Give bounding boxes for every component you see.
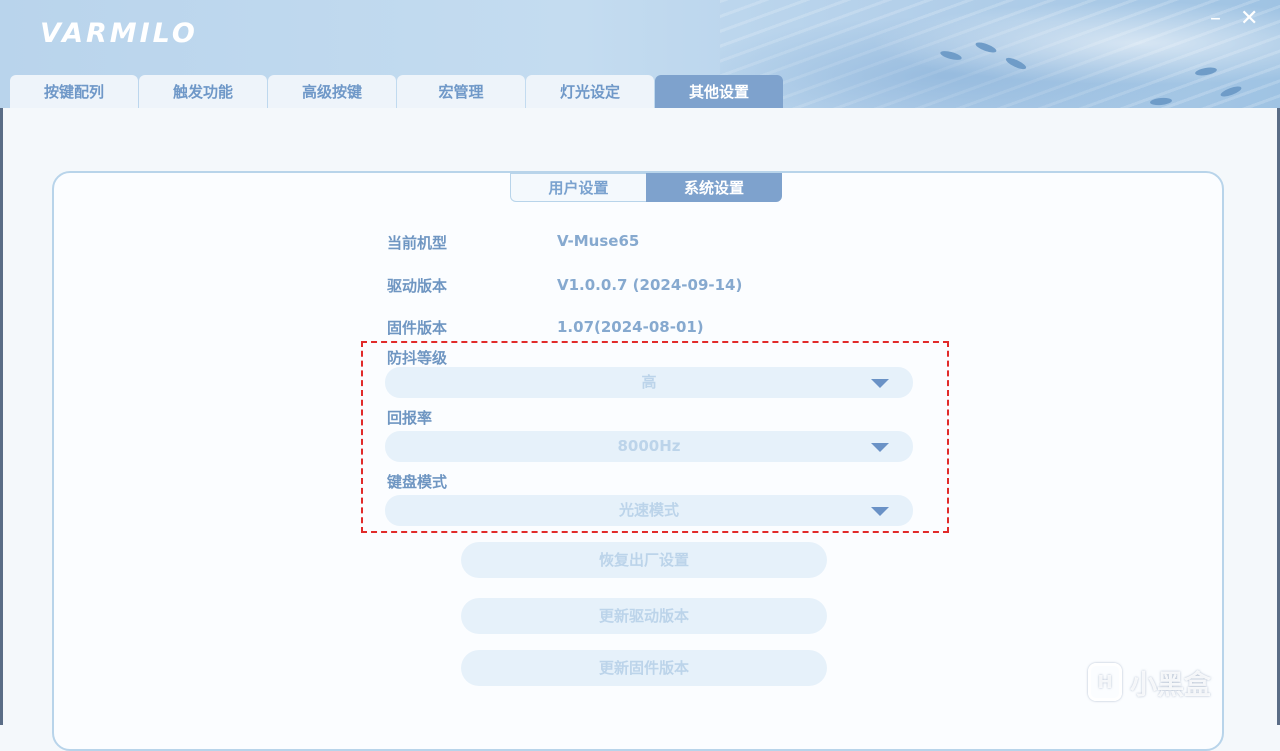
tab-trigger-function[interactable]: 触发功能 [139,75,267,108]
chevron-down-icon [871,379,889,388]
debounce-level-value: 高 [641,373,657,391]
debounce-level-label: 防抖等级 [387,349,448,367]
keyboard-mode-select[interactable]: 光速模式 [385,495,913,526]
header-artwork [720,0,1280,108]
heybox-logo-icon: H [1088,663,1122,701]
chevron-down-icon [871,507,889,516]
tab-lighting[interactable]: 灯光设定 [526,75,654,108]
factory-reset-button[interactable]: 恢复出厂设置 [461,542,827,578]
subtab-user-settings[interactable]: 用户设置 [510,173,646,202]
update-firmware-button[interactable]: 更新固件版本 [461,650,827,686]
watermark: H 小黑盒 [1088,659,1211,705]
close-icon[interactable]: ✕ [1240,6,1258,31]
firmware-version-value: 1.07(2024-08-01) [557,318,704,336]
polling-rate-value: 8000Hz [617,437,681,455]
tab-key-layout[interactable]: 按键配列 [10,75,138,108]
chevron-down-icon [871,443,889,452]
tab-macro-management[interactable]: 宏管理 [397,75,525,108]
keyboard-mode-label: 键盘模式 [387,473,448,491]
brand-logo: VARMILO [40,18,198,49]
debounce-level-select[interactable]: 高 [385,367,913,398]
window-border-left [0,108,3,725]
model-label: 当前机型 [387,234,448,252]
title-bar: VARMILO – ✕ 按键配列 触发功能 高级按键 宏管理 灯光设定 其他设置 [0,0,1280,108]
driver-version-value: V1.0.0.7 (2024-09-14) [557,276,743,294]
minimize-icon[interactable]: – [1210,6,1221,31]
sub-tab-bar: 用户设置 系统设置 [510,173,782,202]
tab-other-settings[interactable]: 其他设置 [655,75,783,108]
main-tab-bar: 按键配列 触发功能 高级按键 宏管理 灯光设定 其他设置 [10,75,784,108]
watermark-text: 小黑盒 [1130,669,1211,701]
update-driver-button[interactable]: 更新驱动版本 [461,598,827,634]
polling-rate-label: 回报率 [387,409,433,427]
model-value: V-Muse65 [557,232,640,250]
polling-rate-select[interactable]: 8000Hz [385,431,913,462]
keyboard-mode-value: 光速模式 [618,501,679,519]
firmware-version-label: 固件版本 [387,319,448,337]
subtab-system-settings[interactable]: 系统设置 [646,173,782,202]
tab-advanced-keys[interactable]: 高级按键 [268,75,396,108]
driver-version-label: 驱动版本 [387,277,448,295]
